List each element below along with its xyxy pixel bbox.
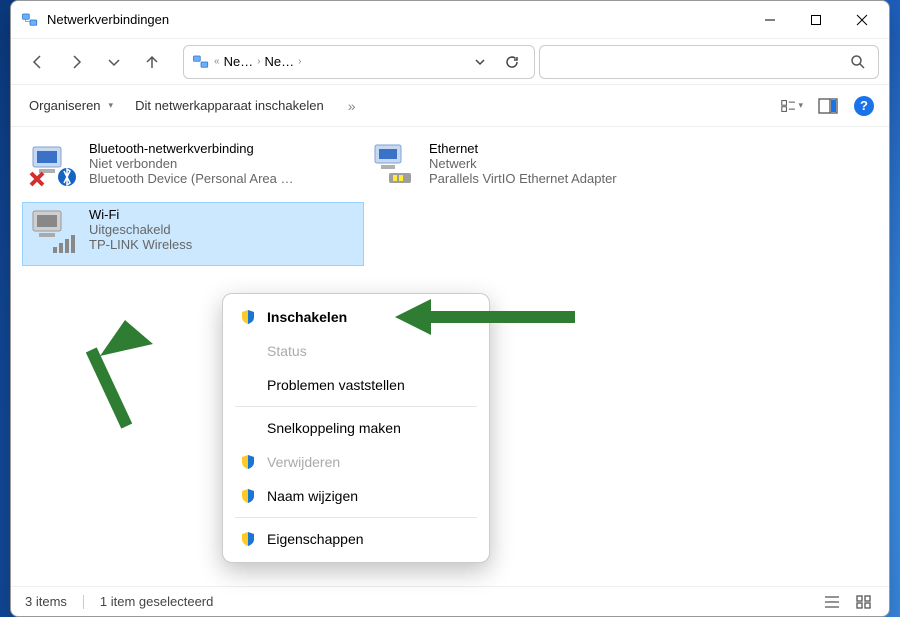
annotation-arrow xyxy=(65,320,165,430)
overflow-button[interactable]: » xyxy=(342,98,362,114)
connection-item-bluetooth[interactable]: Bluetooth-netwerkverbinding Niet verbond… xyxy=(23,137,363,199)
titlebar: Netwerkverbindingen xyxy=(11,1,889,39)
shield-icon xyxy=(239,531,257,547)
context-menu-diagnose[interactable]: Problemen vaststellen xyxy=(229,368,483,402)
chevron-down-icon: ▾ xyxy=(798,100,803,111)
context-menu-rename[interactable]: Naam wijzigen xyxy=(229,479,483,513)
network-connections-icon xyxy=(21,11,39,29)
context-menu-shortcut[interactable]: Snelkoppeling maken xyxy=(229,411,483,445)
status-selected-count: 1 item geselecteerd xyxy=(100,594,213,609)
shield-icon xyxy=(239,454,257,470)
context-menu-delete: Verwijderen xyxy=(229,445,483,479)
connection-device: TP-LINK Wireless xyxy=(89,237,192,252)
connection-item-ethernet[interactable]: Ethernet Netwerk Parallels VirtIO Ethern… xyxy=(363,137,703,199)
separator xyxy=(83,595,84,609)
separator xyxy=(235,517,477,518)
ethernet-connection-icon xyxy=(369,141,419,191)
connection-name: Ethernet xyxy=(429,141,617,156)
view-options-button[interactable]: ▾ xyxy=(781,95,803,117)
enable-device-button[interactable]: Dit netwerkapparaat inschakelen xyxy=(131,91,328,121)
context-menu-label: Naam wijzigen xyxy=(267,488,358,504)
connection-name: Bluetooth-netwerkverbinding xyxy=(89,141,294,156)
preview-pane-button[interactable] xyxy=(817,95,839,117)
connection-status: Uitgeschakeld xyxy=(89,222,192,237)
context-menu-label: Snelkoppeling maken xyxy=(267,420,401,436)
chevron-right-icon: › xyxy=(298,56,301,67)
window-title: Netwerkverbindingen xyxy=(47,12,747,27)
context-menu-label: Status xyxy=(267,343,307,359)
connection-status: Netwerk xyxy=(429,156,617,171)
navigation-toolbar: « Ne…› Ne…› xyxy=(11,39,889,85)
bluetooth-connection-icon xyxy=(29,141,79,191)
refresh-button[interactable] xyxy=(498,48,526,76)
annotation-arrow xyxy=(395,297,575,337)
separator xyxy=(235,406,477,407)
command-bar: Organiseren ▾ Dit netwerkapparaat inschak… xyxy=(11,85,889,127)
organize-label: Organiseren xyxy=(29,98,101,113)
organize-menu-button[interactable]: Organiseren ▾ xyxy=(25,91,117,121)
enable-device-label: Dit netwerkapparaat inschakelen xyxy=(135,98,324,113)
details-view-button[interactable] xyxy=(821,591,843,613)
breadcrumb-chevron-icon[interactable]: « xyxy=(214,56,220,67)
address-bar[interactable]: « Ne…› Ne…› xyxy=(183,45,535,79)
context-menu-label: Problemen vaststellen xyxy=(267,377,405,393)
chevron-right-icon: › xyxy=(257,56,260,67)
help-button[interactable]: ? xyxy=(853,95,875,117)
context-menu-properties[interactable]: Eigenschappen xyxy=(229,522,483,556)
shield-icon xyxy=(239,309,257,325)
large-icons-view-button[interactable] xyxy=(853,591,875,613)
minimize-button[interactable] xyxy=(747,1,793,39)
forward-button[interactable] xyxy=(59,45,93,79)
context-menu-label: Verwijderen xyxy=(267,454,340,470)
connection-item-wifi[interactable]: Wi-Fi Uitgeschakeld TP-LINK Wireless xyxy=(23,203,363,265)
shield-icon xyxy=(239,488,257,504)
breadcrumb-item[interactable]: Ne…› xyxy=(265,54,302,69)
status-item-count: 3 items xyxy=(25,594,67,609)
close-button[interactable] xyxy=(839,1,885,39)
network-icon xyxy=(192,53,210,71)
maximize-button[interactable] xyxy=(793,1,839,39)
up-button[interactable] xyxy=(135,45,169,79)
connection-device: Parallels VirtIO Ethernet Adapter xyxy=(429,171,617,186)
connection-name: Wi-Fi xyxy=(89,207,192,222)
address-dropdown-button[interactable] xyxy=(466,48,494,76)
breadcrumb-label: Ne… xyxy=(265,54,295,69)
context-menu-label: Eigenschappen xyxy=(267,531,364,547)
help-icon: ? xyxy=(854,96,874,116)
breadcrumb-item[interactable]: Ne…› xyxy=(224,54,261,69)
search-box[interactable] xyxy=(539,45,879,79)
back-button[interactable] xyxy=(21,45,55,79)
status-bar: 3 items 1 item geselecteerd xyxy=(11,586,889,616)
breadcrumb-label: Ne… xyxy=(224,54,254,69)
chevron-down-icon: ▾ xyxy=(109,100,114,111)
search-icon xyxy=(850,54,866,70)
connection-status: Niet verbonden xyxy=(89,156,294,171)
context-menu-status: Status xyxy=(229,334,483,368)
context-menu-label: Inschakelen xyxy=(267,309,347,325)
wifi-connection-icon xyxy=(29,207,79,257)
connection-device: Bluetooth Device (Personal Area … xyxy=(89,171,294,186)
recent-locations-button[interactable] xyxy=(97,45,131,79)
